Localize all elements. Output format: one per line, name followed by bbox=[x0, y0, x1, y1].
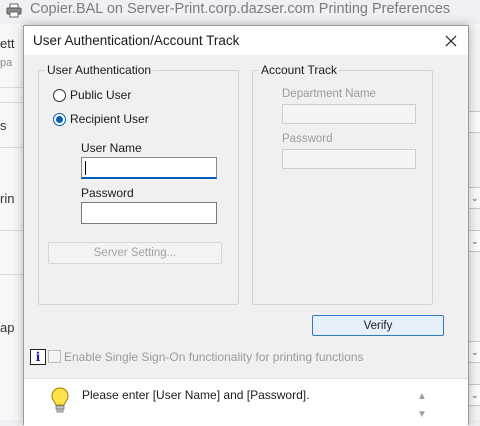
dialog-titlebar[interactable]: User Authentication/Account Track bbox=[24, 26, 468, 55]
password-label: Password bbox=[81, 186, 134, 200]
recipient-user-label: Recipient User bbox=[70, 112, 149, 126]
info-icon[interactable]: i bbox=[30, 349, 46, 365]
background-fragment: ap bbox=[0, 320, 15, 335]
user-authentication-dialog: User Authentication/Account Track User A… bbox=[23, 25, 469, 426]
background-divider bbox=[0, 230, 24, 231]
close-icon bbox=[445, 35, 457, 46]
background-dropdown: ⌄ bbox=[468, 187, 480, 209]
background-divider bbox=[0, 87, 24, 88]
sso-checkbox[interactable] bbox=[48, 350, 61, 363]
radio-checked[interactable] bbox=[53, 112, 66, 126]
user-authentication-group-title: User Authentication bbox=[45, 63, 154, 77]
background-divider bbox=[0, 274, 24, 275]
scroll-down-icon[interactable]: ▼ bbox=[417, 409, 427, 420]
background-fragment: pa bbox=[0, 57, 13, 69]
department-name-input[interactable] bbox=[282, 104, 416, 124]
lightbulb-icon bbox=[51, 387, 69, 413]
sso-label: Enable Single Sign-On functionality for … bbox=[64, 350, 364, 364]
chevron-down-icon: ⌄ bbox=[471, 193, 479, 203]
scroll-up-icon[interactable]: ▲ bbox=[417, 391, 427, 402]
background-dropdown: ⌄ bbox=[468, 384, 480, 406]
account-password-label: Password bbox=[282, 133, 333, 145]
department-name-label: Department Name bbox=[282, 88, 376, 100]
background-divider bbox=[0, 102, 24, 103]
user-name-input[interactable] bbox=[81, 157, 217, 179]
verify-button[interactable]: Verify bbox=[312, 315, 444, 336]
account-track-group: Account Track Department Name Password bbox=[252, 63, 433, 305]
close-button[interactable] bbox=[434, 26, 468, 55]
background-window-left-strip: ett pa s rin ap bbox=[0, 24, 24, 420]
user-authentication-group: User Authentication Public User Recipien… bbox=[38, 63, 239, 305]
background-window-right-strip: ⌄ ⌄ ⌄ ⌄ bbox=[468, 24, 480, 420]
dialog-title: User Authentication/Account Track bbox=[33, 33, 240, 48]
background-fragment: rin bbox=[0, 191, 15, 206]
status-message: Please enter [User Name] and [Password]. bbox=[82, 388, 310, 402]
background-fragment: s bbox=[0, 118, 7, 133]
printer-icon bbox=[6, 3, 22, 18]
public-user-label: Public User bbox=[70, 88, 132, 102]
user-name-label: User Name bbox=[81, 141, 142, 155]
chevron-down-icon: ⌄ bbox=[471, 236, 479, 246]
public-user-radio[interactable]: Public User bbox=[53, 88, 131, 102]
text-caret bbox=[85, 161, 86, 175]
background-fragment: ett bbox=[0, 36, 15, 51]
server-setting-button[interactable]: Server Setting... bbox=[48, 242, 222, 264]
background-dropdown: ⌄ bbox=[468, 230, 480, 252]
background-divider bbox=[0, 147, 24, 148]
background-window-title: Copier.BAL on Server-Print.corp.dazser.c… bbox=[30, 1, 451, 17]
radio-unchecked[interactable] bbox=[53, 88, 66, 102]
chevron-down-icon: ⌄ bbox=[471, 390, 479, 400]
message-area: Please enter [User Name] and [Password].… bbox=[24, 378, 468, 426]
account-track-group-title: Account Track bbox=[259, 63, 340, 77]
background-window-titlebar: Copier.BAL on Server-Print.corp.dazser.c… bbox=[0, 0, 480, 24]
background-control bbox=[468, 111, 480, 133]
recipient-user-radio[interactable]: Recipient User bbox=[53, 112, 149, 126]
account-password-input[interactable] bbox=[282, 149, 416, 169]
background-dropdown: ⌄ bbox=[468, 341, 480, 363]
chevron-down-icon: ⌄ bbox=[471, 347, 479, 357]
password-input[interactable] bbox=[81, 202, 217, 224]
